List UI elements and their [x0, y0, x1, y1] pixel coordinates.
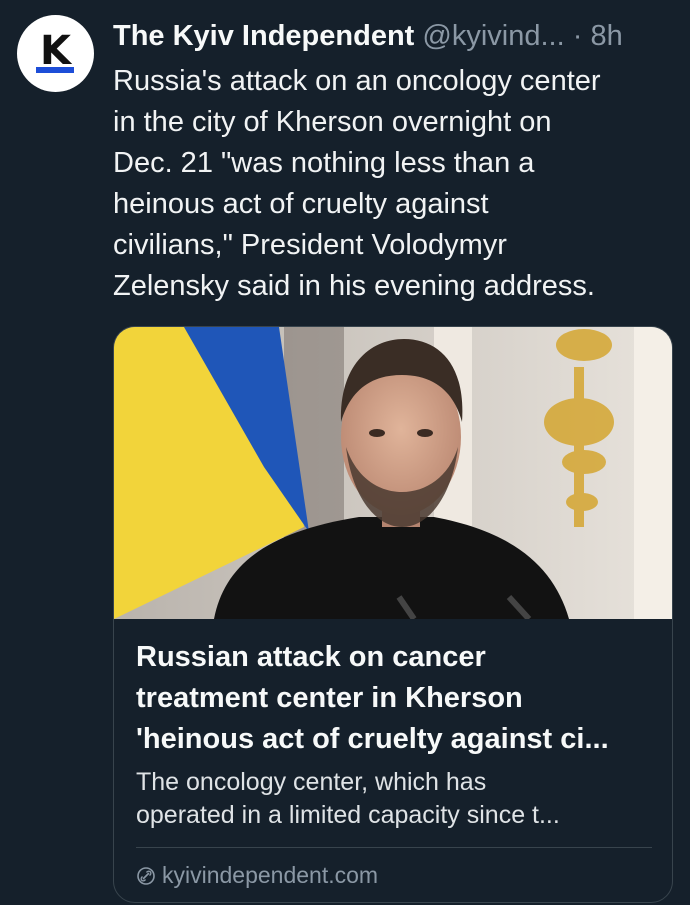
- card-domain-text: kyivindependent.com: [162, 862, 379, 888]
- author-handle[interactable]: @kyivind...: [422, 20, 564, 52]
- card-description-line: operated in a limited capacity since t..…: [136, 801, 560, 829]
- link-icon: [137, 866, 155, 885]
- card-title-line: treatment center in Kherson: [136, 682, 523, 714]
- zelensky-photo: [114, 327, 672, 619]
- tweet-text-line: civilians," President Volodymyr: [113, 229, 507, 261]
- card-body: Russian attack on cancer treatment cente…: [136, 637, 652, 832]
- tweet-text-line: in the city of Kherson overnight on: [113, 106, 552, 138]
- tweet-timestamp[interactable]: 8h: [590, 20, 622, 52]
- tweet-text-line: Dec. 21 "was nothing less than a: [113, 147, 535, 179]
- card-description-line: The oncology center, which has: [136, 768, 487, 796]
- avatar-logo-letter: K: [40, 27, 71, 74]
- tweet-text-line: Zelensky said in his evening address.: [113, 270, 595, 302]
- avatar-logo-underline: [36, 67, 74, 73]
- link-preview-card[interactable]: Russian attack on cancer treatment cente…: [113, 326, 673, 903]
- header-separator: ·: [572, 20, 583, 52]
- card-image[interactable]: [114, 327, 672, 619]
- author-avatar[interactable]: K: [17, 15, 94, 92]
- tweet-text: Russia's attack on an oncology center in…: [113, 61, 678, 307]
- tweet-text-line: heinous act of cruelty against: [113, 188, 489, 220]
- card-title-line: Russian attack on cancer: [136, 641, 486, 673]
- card-domain[interactable]: kyivindependent.com: [136, 862, 378, 889]
- tweet-header: The Kyiv Independent @kyivind... · 8h: [113, 18, 676, 54]
- card-description: The oncology center, which has operated …: [136, 766, 652, 832]
- card-divider: [136, 847, 652, 848]
- card-title[interactable]: Russian attack on cancer treatment cente…: [136, 637, 652, 760]
- author-name[interactable]: The Kyiv Independent: [113, 20, 414, 52]
- card-title-line: 'heinous act of cruelty against ci...: [136, 723, 609, 755]
- tweet-text-line: Russia's attack on an oncology center: [113, 65, 601, 97]
